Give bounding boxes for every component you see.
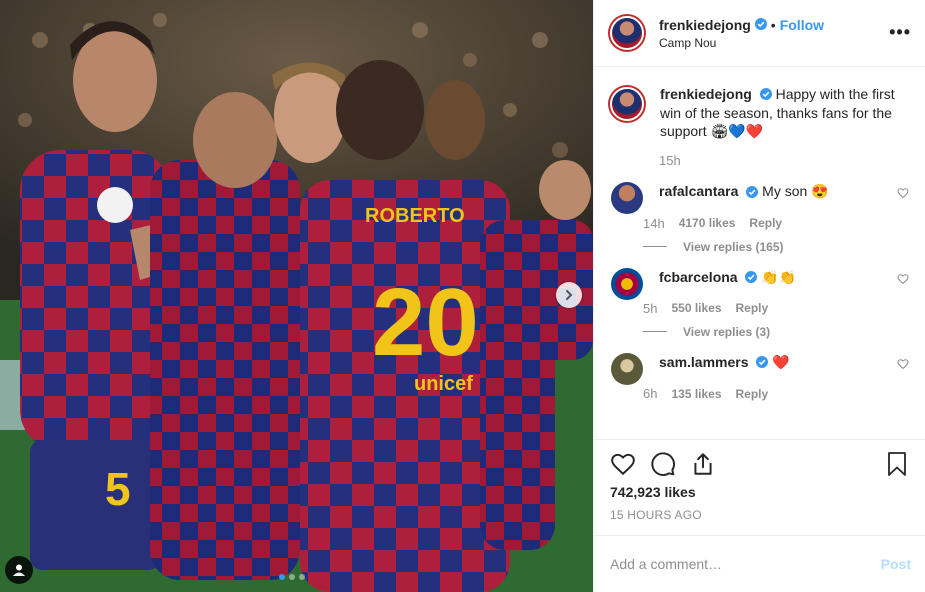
jersey-name: ROBERTO [365,205,465,227]
carousel-next-button[interactable] [556,282,582,308]
reply-button[interactable]: Reply [736,301,769,315]
avatar[interactable] [611,352,643,385]
avatar[interactable] [608,14,646,52]
verified-badge-icon [754,17,767,33]
verified-badge-icon [745,269,758,287]
comment-text: My son 😍 [762,183,829,200]
follow-button[interactable]: Follow [780,17,824,33]
comment-likes[interactable]: 135 likes [671,387,721,401]
post-side-panel: frenkiedejong • Follow Camp Nou ••• fren… [593,0,925,592]
view-replies-label: View replies (165) [683,239,784,254]
verified-badge-icon [746,184,759,202]
post-caption: frenkiedejong Happy with the first win o… [608,85,911,140]
comment-text: 👏👏 [761,268,797,285]
comment-timestamp: 5h [643,300,658,316]
comment-bubble-icon[interactable] [650,451,676,477]
comment-timestamp: 14h [643,215,665,231]
avatar[interactable] [608,85,646,123]
comments-section: frenkiedejong Happy with the first win o… [594,67,925,440]
comment-text: ❤️ [772,353,790,370]
avatar[interactable] [611,182,643,215]
comment-item: fcbarcelona 👏👏 5h 550 likes Reply View r… [608,267,911,339]
comment-username[interactable]: rafalcantara [659,183,738,199]
view-replies-button[interactable]: View replies (165) [643,240,829,254]
view-replies-label: View replies (3) [683,324,771,339]
comment-username[interactable]: fcbarcelona [659,269,738,285]
add-comment-bar: Post [594,536,925,592]
comment-timestamp: 6h [643,386,658,402]
instagram-post: 5 ROBERTO 20 unicef frenkiedejong • Foll… [0,0,925,592]
more-options-icon[interactable]: ••• [889,22,911,43]
comment-likes[interactable]: 550 likes [671,301,721,315]
carousel-dot [289,574,295,580]
post-actions: 742,923 likes 15 HOURS AGO [594,440,925,536]
carousel-dot [299,574,305,580]
post-photo: 5 ROBERTO 20 unicef [0,0,593,592]
post-comment-button[interactable]: Post [881,556,911,572]
likes-count[interactable]: 742,923 likes [610,484,909,500]
caption-timestamp: 15h [659,153,681,169]
view-replies-button[interactable]: View replies (3) [643,325,796,339]
post-media[interactable]: 5 ROBERTO 20 unicef [0,0,593,592]
post-timestamp[interactable]: 15 HOURS AGO [610,508,909,522]
comment-item: rafalcantara My son 😍 14h 4170 likes Rep… [608,182,911,254]
user-icon [13,564,25,576]
verified-badge-icon [759,86,772,104]
bookmark-icon[interactable] [885,451,909,477]
verified-badge-icon [756,354,769,372]
share-icon[interactable] [690,451,716,477]
svg-text:5: 5 [105,463,131,515]
comment-input[interactable] [610,556,881,572]
like-comment-heart-icon[interactable] [897,272,909,290]
location-link[interactable]: Camp Nou [659,36,824,50]
avatar[interactable] [611,267,643,300]
separator: • [770,16,776,33]
comment-username[interactable]: sam.lammers [659,354,749,370]
post-header: frenkiedejong • Follow Camp Nou ••• [594,0,925,67]
comment-item: sam.lammers ❤️ 6h 135 likes Reply [608,352,911,402]
author-username[interactable]: frenkiedejong [659,17,751,33]
jersey-number: 20 [372,269,479,376]
comment-likes[interactable]: 4170 likes [679,216,736,230]
reply-button[interactable]: Reply [749,216,782,230]
like-comment-heart-icon[interactable] [897,357,909,375]
chevron-right-icon [566,290,573,300]
carousel-dot [279,574,285,580]
tagged-users-button[interactable] [5,556,33,584]
jersey-sponsor: unicef [414,373,473,395]
carousel-dots [279,574,305,580]
caption-username[interactable]: frenkiedejong [660,86,752,102]
like-comment-heart-icon[interactable] [897,186,909,204]
like-heart-icon[interactable] [610,451,636,477]
reply-button[interactable]: Reply [736,387,769,401]
